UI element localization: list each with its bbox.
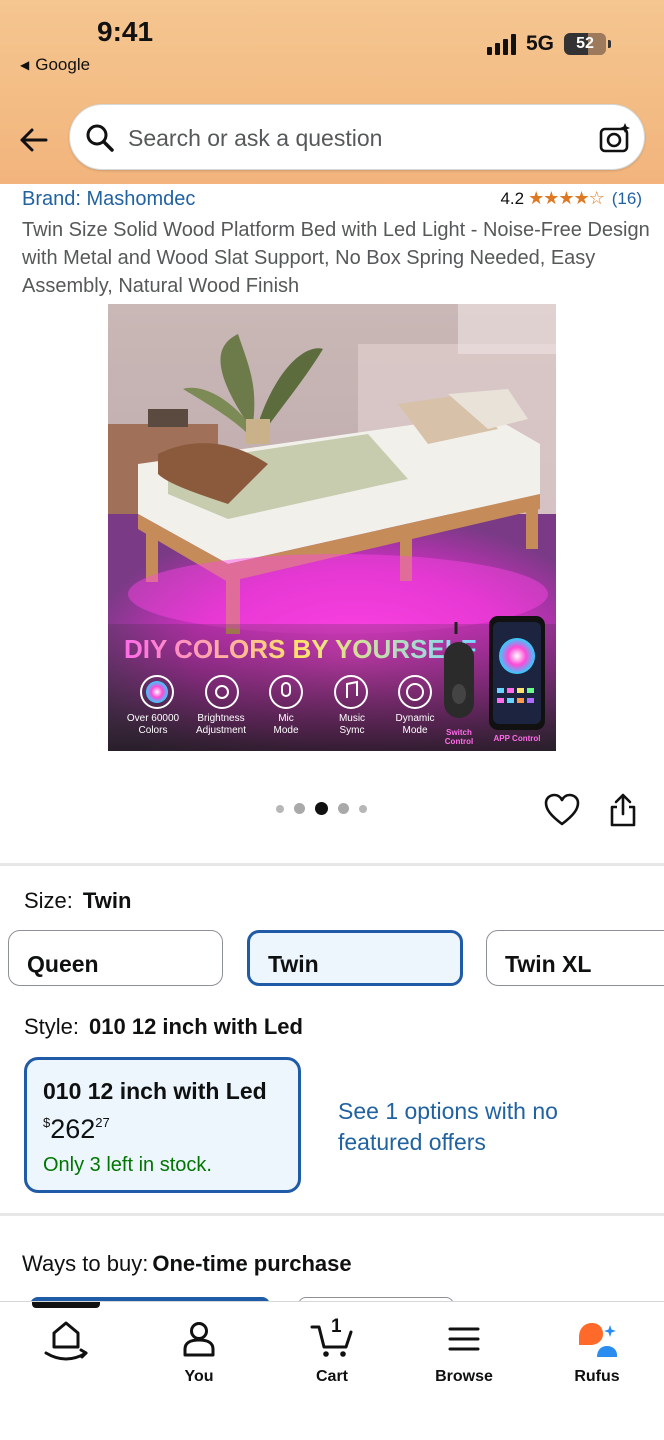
carousel-dot[interactable]	[359, 804, 367, 813]
menu-icon	[448, 1327, 480, 1351]
style-label-text: Style:	[24, 1014, 80, 1039]
nav-cart-label: Cart	[315, 1368, 348, 1385]
size-selected: Twin	[82, 888, 132, 913]
app-control-label: APP Control	[494, 734, 541, 743]
section-divider	[0, 1213, 664, 1216]
size-label-text: Size:	[24, 888, 73, 913]
switch-label: Switch	[446, 728, 472, 737]
size-option-twin[interactable]: Twin	[247, 930, 463, 986]
status-indicators: 5G 52	[486, 32, 611, 56]
carousel-dot-active[interactable]	[315, 802, 328, 815]
product-title: Twin Size Solid Wood Platform Bed with L…	[22, 219, 650, 297]
stock-status: Only 3 left in stock.	[43, 1154, 212, 1176]
nav-browse[interactable]: Browse	[409, 1314, 519, 1386]
active-tab-indicator	[32, 1302, 100, 1308]
size-option-twin-xl[interactable]: Twin XL	[486, 930, 664, 986]
style-option-name: 010 12 inch with Led	[43, 1078, 267, 1104]
review-count[interactable]: (16)	[612, 189, 642, 209]
back-triangle-icon: ◀	[20, 58, 30, 72]
nav-you-label: You	[184, 1368, 214, 1385]
feature-label: Symc	[340, 725, 365, 736]
feature-label: Over 60000	[127, 713, 180, 724]
feature-label: Dynamic	[396, 713, 435, 724]
feature-label: Mic	[278, 713, 294, 724]
share-icon[interactable]	[608, 792, 638, 828]
ways-to-buy: Ways to buy: One-time purchase	[22, 1251, 352, 1277]
bottom-nav: You 1 Cart Browse Rufus	[0, 1301, 664, 1440]
ways-to-buy-value: One-time purchase	[152, 1251, 352, 1276]
product-page: 9:41 ◀ Google 5G 52 Search or ask a ques…	[0, 0, 664, 1440]
product-image[interactable]: DIY COLORS BY YOURSELF Over 60000 Colors…	[108, 304, 556, 751]
nav-rufus-label: Rufus	[574, 1368, 620, 1385]
style-option-card[interactable]: 010 12 inch with Led $26227 Only 3 left …	[24, 1057, 301, 1193]
see-options-link[interactable]: See 1 options with no featured offers	[338, 1096, 578, 1158]
network-type: 5G	[525, 32, 554, 55]
camera-search-icon[interactable]	[598, 121, 632, 155]
nav-browse-label: Browse	[435, 1368, 493, 1385]
back-arrow-icon[interactable]	[16, 122, 52, 158]
star-rating-icon: ★★★★☆	[528, 188, 605, 208]
heart-icon[interactable]	[544, 793, 580, 827]
cart-count-badge: 1	[331, 1316, 342, 1337]
style-selected: 010 12 inch with Led	[89, 1014, 303, 1039]
size-option-queen[interactable]: Queen	[8, 930, 223, 986]
rufus-icon	[579, 1323, 617, 1357]
price-currency: $	[43, 1115, 51, 1130]
price-whole: 262	[50, 1114, 96, 1144]
image-carousel-dots[interactable]	[276, 802, 367, 815]
feature-label: Colors	[139, 725, 168, 736]
battery-level: 52	[576, 35, 594, 52]
section-divider	[0, 863, 664, 866]
rating-value: 4.2	[500, 188, 525, 208]
feature-label: Music	[339, 713, 365, 724]
switch-label: Control	[445, 737, 473, 746]
feature-label: Adjustment	[196, 725, 246, 736]
battery-icon: 52	[564, 33, 611, 55]
search-bar[interactable]: Search or ask a question	[69, 104, 645, 170]
person-icon	[183, 1322, 215, 1357]
style-label: Style: 010 12 inch with Led	[24, 1014, 303, 1040]
back-app-label: Google	[35, 55, 91, 74]
brand-link[interactable]: Brand: Mashomdec	[22, 188, 195, 211]
nav-you[interactable]: You	[144, 1314, 254, 1386]
home-icon	[44, 1321, 88, 1361]
feature-label: Mode	[402, 725, 427, 736]
nav-rufus[interactable]: Rufus	[542, 1314, 652, 1386]
image-headline: DIY COLORS BY YOURSELF	[124, 634, 477, 664]
status-time: 9:41	[97, 16, 154, 47]
size-label: Size: Twin	[24, 888, 131, 914]
phone-app-icon	[489, 616, 545, 730]
price-fraction: 27	[95, 1115, 110, 1130]
carousel-dot[interactable]	[294, 803, 305, 814]
signal-icon	[486, 33, 516, 55]
search-input[interactable]: Search or ask a question	[128, 125, 382, 152]
style-option-price: $26227	[43, 1114, 110, 1145]
feature-label: Brightness	[197, 713, 244, 724]
feature-label: Mode	[273, 725, 298, 736]
nav-home[interactable]	[11, 1314, 121, 1368]
header: 9:41 ◀ Google 5G 52 Search or ask a ques…	[0, 0, 664, 184]
ways-to-buy-label: Ways to buy:	[22, 1251, 149, 1276]
search-icon	[86, 124, 114, 152]
back-to-app-link[interactable]: ◀ Google	[20, 55, 90, 75]
carousel-dot[interactable]	[338, 803, 349, 814]
carousel-dot[interactable]	[276, 804, 284, 813]
rating-summary[interactable]: 4.2 ★★★★☆ (16)	[500, 188, 642, 209]
nav-cart[interactable]: 1 Cart	[277, 1314, 387, 1386]
